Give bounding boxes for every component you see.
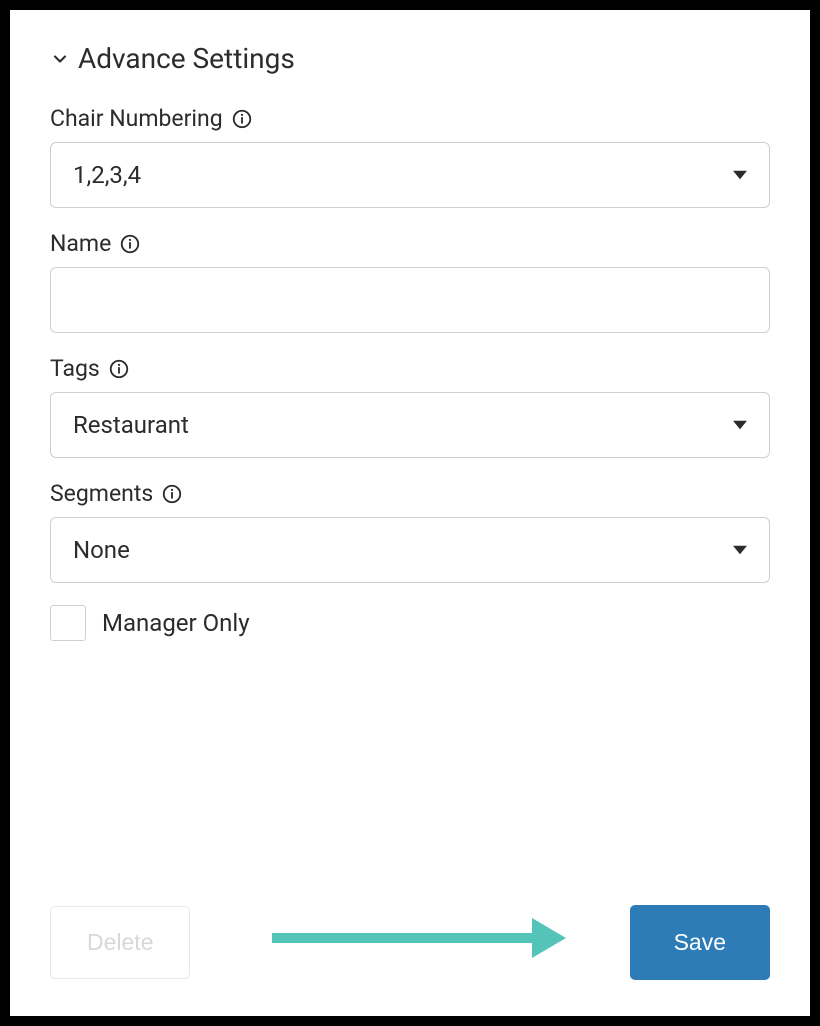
chair-numbering-select[interactable]: 1,2,3,4: [50, 142, 770, 208]
caret-down-icon: [733, 168, 747, 182]
info-icon[interactable]: [161, 483, 183, 505]
caret-down-icon: [733, 418, 747, 432]
settings-panel: Advance Settings Chair Numbering 1,2,3,4…: [0, 0, 820, 1026]
segments-label: Segments: [50, 480, 153, 507]
field-chair-numbering: Chair Numbering 1,2,3,4: [50, 105, 770, 208]
name-input[interactable]: [50, 267, 770, 333]
field-label-row: Name: [50, 230, 770, 257]
field-segments: Segments None: [50, 480, 770, 583]
field-label-row: Segments: [50, 480, 770, 507]
field-label-row: Chair Numbering: [50, 105, 770, 132]
caret-down-icon: [733, 543, 747, 557]
info-icon[interactable]: [108, 358, 130, 380]
segments-value: None: [73, 536, 130, 564]
delete-button[interactable]: Delete: [50, 906, 190, 979]
chevron-down-icon: [50, 49, 70, 69]
field-label-row: Tags: [50, 355, 770, 382]
info-icon[interactable]: [119, 233, 141, 255]
button-row: Delete Save: [50, 905, 770, 980]
section-title: Advance Settings: [78, 42, 295, 75]
info-icon[interactable]: [231, 108, 253, 130]
field-manager-only: Manager Only: [50, 605, 770, 641]
segments-select[interactable]: None: [50, 517, 770, 583]
field-name: Name: [50, 230, 770, 333]
field-tags: Tags Restaurant: [50, 355, 770, 458]
tags-select[interactable]: Restaurant: [50, 392, 770, 458]
name-label: Name: [50, 230, 111, 257]
chair-numbering-label: Chair Numbering: [50, 105, 223, 132]
manager-only-checkbox[interactable]: [50, 605, 86, 641]
section-header[interactable]: Advance Settings: [50, 42, 770, 75]
chair-numbering-value: 1,2,3,4: [73, 161, 141, 189]
save-button[interactable]: Save: [630, 905, 770, 980]
tags-label: Tags: [50, 355, 100, 382]
manager-only-label: Manager Only: [102, 609, 250, 637]
tags-value: Restaurant: [73, 411, 189, 439]
